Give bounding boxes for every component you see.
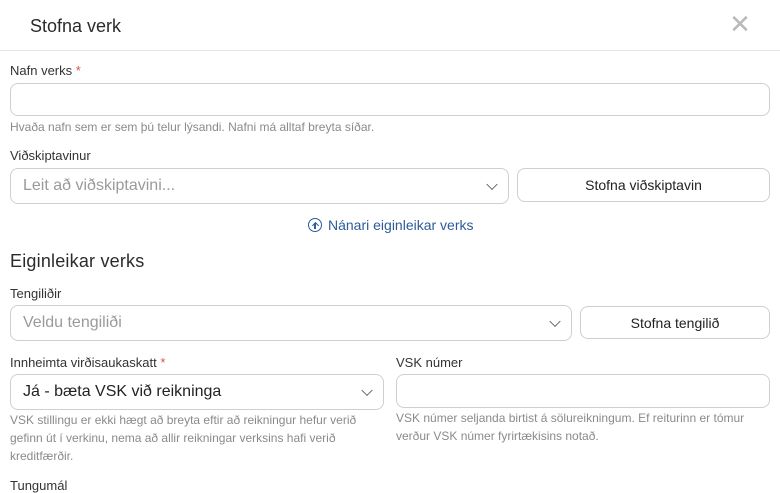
customer-label: Viðskiptavinur — [10, 148, 91, 163]
close-icon[interactable]: ✕ — [728, 10, 752, 38]
chevron-down-icon — [361, 384, 373, 397]
project-name-input[interactable] — [10, 83, 770, 116]
vat-charge-label: Innheimta virðisaukaskatt * — [10, 355, 165, 370]
vat-charge-help: VSK stillingu er ekki hægt að breyta eft… — [10, 413, 357, 463]
customer-placeholder: Leit að viðskiptavini... — [23, 177, 176, 194]
vat-number-input[interactable] — [396, 374, 770, 408]
more-properties-link-text: Nánari eiginleikar verks — [328, 217, 474, 233]
more-properties-link[interactable]: Nánari eiginleikar verks — [308, 217, 474, 233]
vat-charge-label-text: Innheimta virðisaukaskatt — [10, 355, 157, 370]
contacts-placeholder: Veldu tengiliði — [23, 314, 122, 331]
create-contact-button[interactable]: Stofna tengilið — [580, 306, 770, 339]
create-customer-button[interactable]: Stofna viðskiptavin — [517, 168, 770, 202]
required-mark: * — [75, 63, 81, 78]
modal-title: Stofna verk — [30, 16, 122, 36]
vat-charge-select[interactable]: Já - bæta VSK við reikninga — [10, 374, 384, 410]
project-name-label-text: Nafn verks — [10, 63, 73, 78]
vat-charge-selected: Já - bæta VSK við reikninga — [23, 383, 222, 400]
circle-arrow-up-icon — [308, 218, 322, 232]
customer-select[interactable]: Leit að viðskiptavini... — [10, 168, 509, 204]
contacts-label: Tengiliðir — [10, 286, 62, 301]
vat-number-help: VSK númer seljanda birtist á sölureiknin… — [396, 411, 745, 443]
project-name-label: Nafn verks * — [10, 63, 81, 78]
vat-number-label: VSK númer — [396, 355, 463, 370]
project-name-help: Hvaða nafn sem er sem þú telur lýsandi. … — [10, 120, 375, 134]
chevron-down-icon — [486, 178, 498, 191]
language-label: Tungumál — [10, 478, 68, 493]
required-mark: * — [160, 355, 166, 370]
chevron-down-icon — [549, 315, 561, 328]
properties-section-title: Eiginleikar verks — [10, 251, 145, 271]
modal-header: Stofna verk ✕ — [0, 0, 780, 51]
contacts-select[interactable]: Veldu tengiliði — [10, 305, 572, 341]
